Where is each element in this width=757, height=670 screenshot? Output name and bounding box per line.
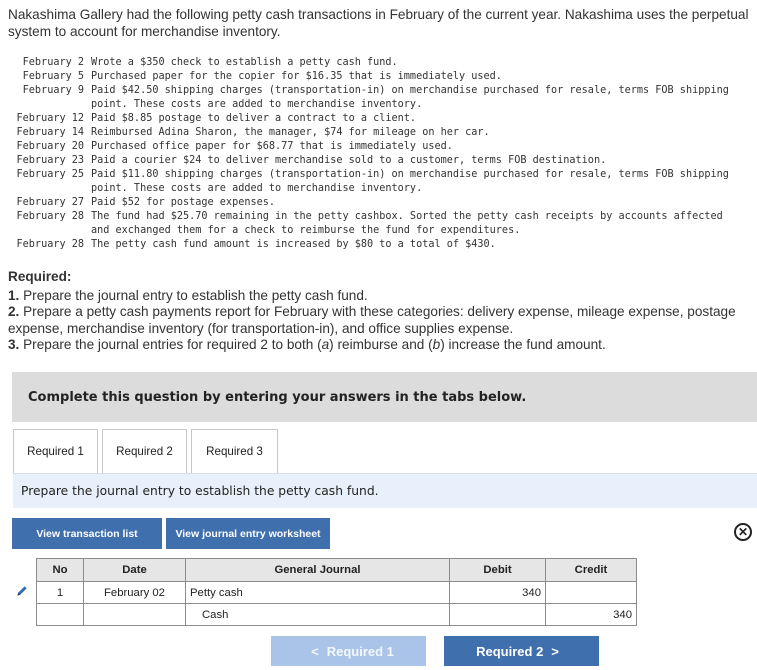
transaction-text: Paid $8.85 postage to deliver a contract… [91,113,417,124]
problem-intro: Nakashima Gallery had the following pett… [8,7,749,39]
row-no: 1 [36,581,84,604]
transaction-row: February 23 Paid a courier $24 to delive… [8,154,736,168]
transaction-row: February 27 Paid $52 for postage expense… [8,196,736,210]
transaction-date: February 27 [16,197,84,208]
requirements: Required: 1. Prepare the journal entry t… [8,269,753,354]
transaction-date: February 2 [22,57,84,68]
transaction-date: February 20 [16,141,84,152]
transaction-row: February 9 Paid $42.50 shipping charges … [8,84,736,112]
chevron-left-icon: < [311,643,319,659]
view-transaction-list-button[interactable]: View transaction list [12,518,162,549]
prev-button-label: Required 1 [326,643,394,659]
row-date[interactable] [83,603,186,626]
transaction-text: Reimbursed Adina Sharon, the manager, $7… [91,127,490,138]
journal-header-row: No Date General Journal Debit Credit [36,558,637,582]
transaction-text: Purchased office paper for $68.77 that i… [91,141,453,152]
close-icon[interactable]: ✕ [734,523,752,541]
transaction-row: February 20 Purchased office paper for $… [8,140,736,154]
transaction-text: Paid $42.50 shipping charges (transporta… [91,85,729,110]
table-row: 1 February 02 Petty cash 340 [36,581,637,604]
pencil-icon[interactable] [16,585,28,597]
row-no [36,603,84,626]
prev-required-button[interactable]: < Required 1 [271,636,426,666]
transaction-text: Paid $52 for postage expenses. [91,197,276,208]
transaction-row: February 12 Paid $8.85 postage to delive… [8,112,736,126]
view-journal-worksheet-button[interactable]: View journal entry worksheet [166,518,330,549]
transaction-date: February 25 [16,169,84,180]
header-debit: Debit [449,558,546,582]
tab-required-3[interactable]: Required 3 [191,429,278,473]
requirement-text: ) increase the fund amount. [440,337,606,352]
transaction-date: February 9 [22,85,84,96]
instruction-banner: Complete this question by entering your … [12,372,757,422]
transaction-date: February 28 [16,239,84,250]
row-account[interactable]: Petty cash [185,581,450,604]
row-credit[interactable] [545,581,637,604]
requirement-text: ) reimburse and ( [329,337,433,352]
tab-instruction: Prepare the journal entry to establish t… [13,473,757,508]
transaction-row: February 28 The petty cash fund amount i… [8,238,736,252]
requirement-item: 1. Prepare the journal entry to establis… [8,288,753,305]
transaction-date: February 28 [16,211,84,222]
next-required-button[interactable]: Required 2 > [444,636,599,666]
transaction-date: February 14 [16,127,84,138]
requirement-number: 1. [8,287,20,303]
requirement-text: Prepare the journal entries for required… [19,337,322,352]
transaction-text: The fund had $25.70 remaining in the pet… [91,211,723,236]
requirement-item: 2. Prepare a petty cash payments report … [8,304,753,337]
row-debit[interactable] [449,603,546,626]
transaction-text: The petty cash fund amount is increased … [91,239,496,250]
transaction-row: February 5 Purchased paper for the copie… [8,70,736,84]
row-debit[interactable]: 340 [449,581,546,604]
requirement-tabs: Required 1 Required 2 Required 3 [13,429,278,473]
transaction-row: February 14 Reimbursed Adina Sharon, the… [8,126,736,140]
table-row: Cash 340 [36,603,637,626]
header-date: Date [83,558,186,582]
transaction-text: Paid $11.80 shipping charges (transporta… [91,169,729,194]
transaction-text: Paid a courier $24 to deliver merchandis… [91,155,607,166]
requirements-heading: Required: [8,269,72,284]
transaction-date: February 23 [16,155,84,166]
transaction-row: February 28 The fund had $25.70 remainin… [8,210,736,238]
row-account[interactable]: Cash [185,603,450,626]
header-no: No [36,558,84,582]
requirement-text: Prepare a petty cash payments report for… [8,304,736,336]
transaction-row: February 25 Paid $11.80 shipping charges… [8,168,736,196]
row-credit[interactable]: 340 [545,603,637,626]
transaction-list: February 2 Wrote a $350 check to establi… [8,56,736,252]
transaction-text: Purchased paper for the copier for $16.3… [91,71,502,82]
requirement-text: Prepare the journal entry to establish t… [19,287,368,303]
requirement-item: 3. Prepare the journal entries for requi… [8,337,753,354]
header-general-journal: General Journal [185,558,450,582]
transaction-date: February 12 [16,113,84,124]
journal-table: No Date General Journal Debit Credit 1 F… [36,558,637,626]
transaction-date: February 5 [22,71,84,82]
header-credit: Credit [545,558,637,582]
row-date[interactable]: February 02 [83,581,186,604]
chevron-right-icon: > [551,643,559,659]
tab-required-2[interactable]: Required 2 [102,429,187,473]
requirement-number: 2. [8,304,20,319]
transaction-text: Wrote a $350 check to establish a petty … [91,57,398,68]
transaction-row: February 2 Wrote a $350 check to establi… [8,56,736,70]
tab-required-1[interactable]: Required 1 [13,429,98,473]
next-button-label: Required 2 [476,643,544,659]
requirement-number: 3. [8,337,20,352]
